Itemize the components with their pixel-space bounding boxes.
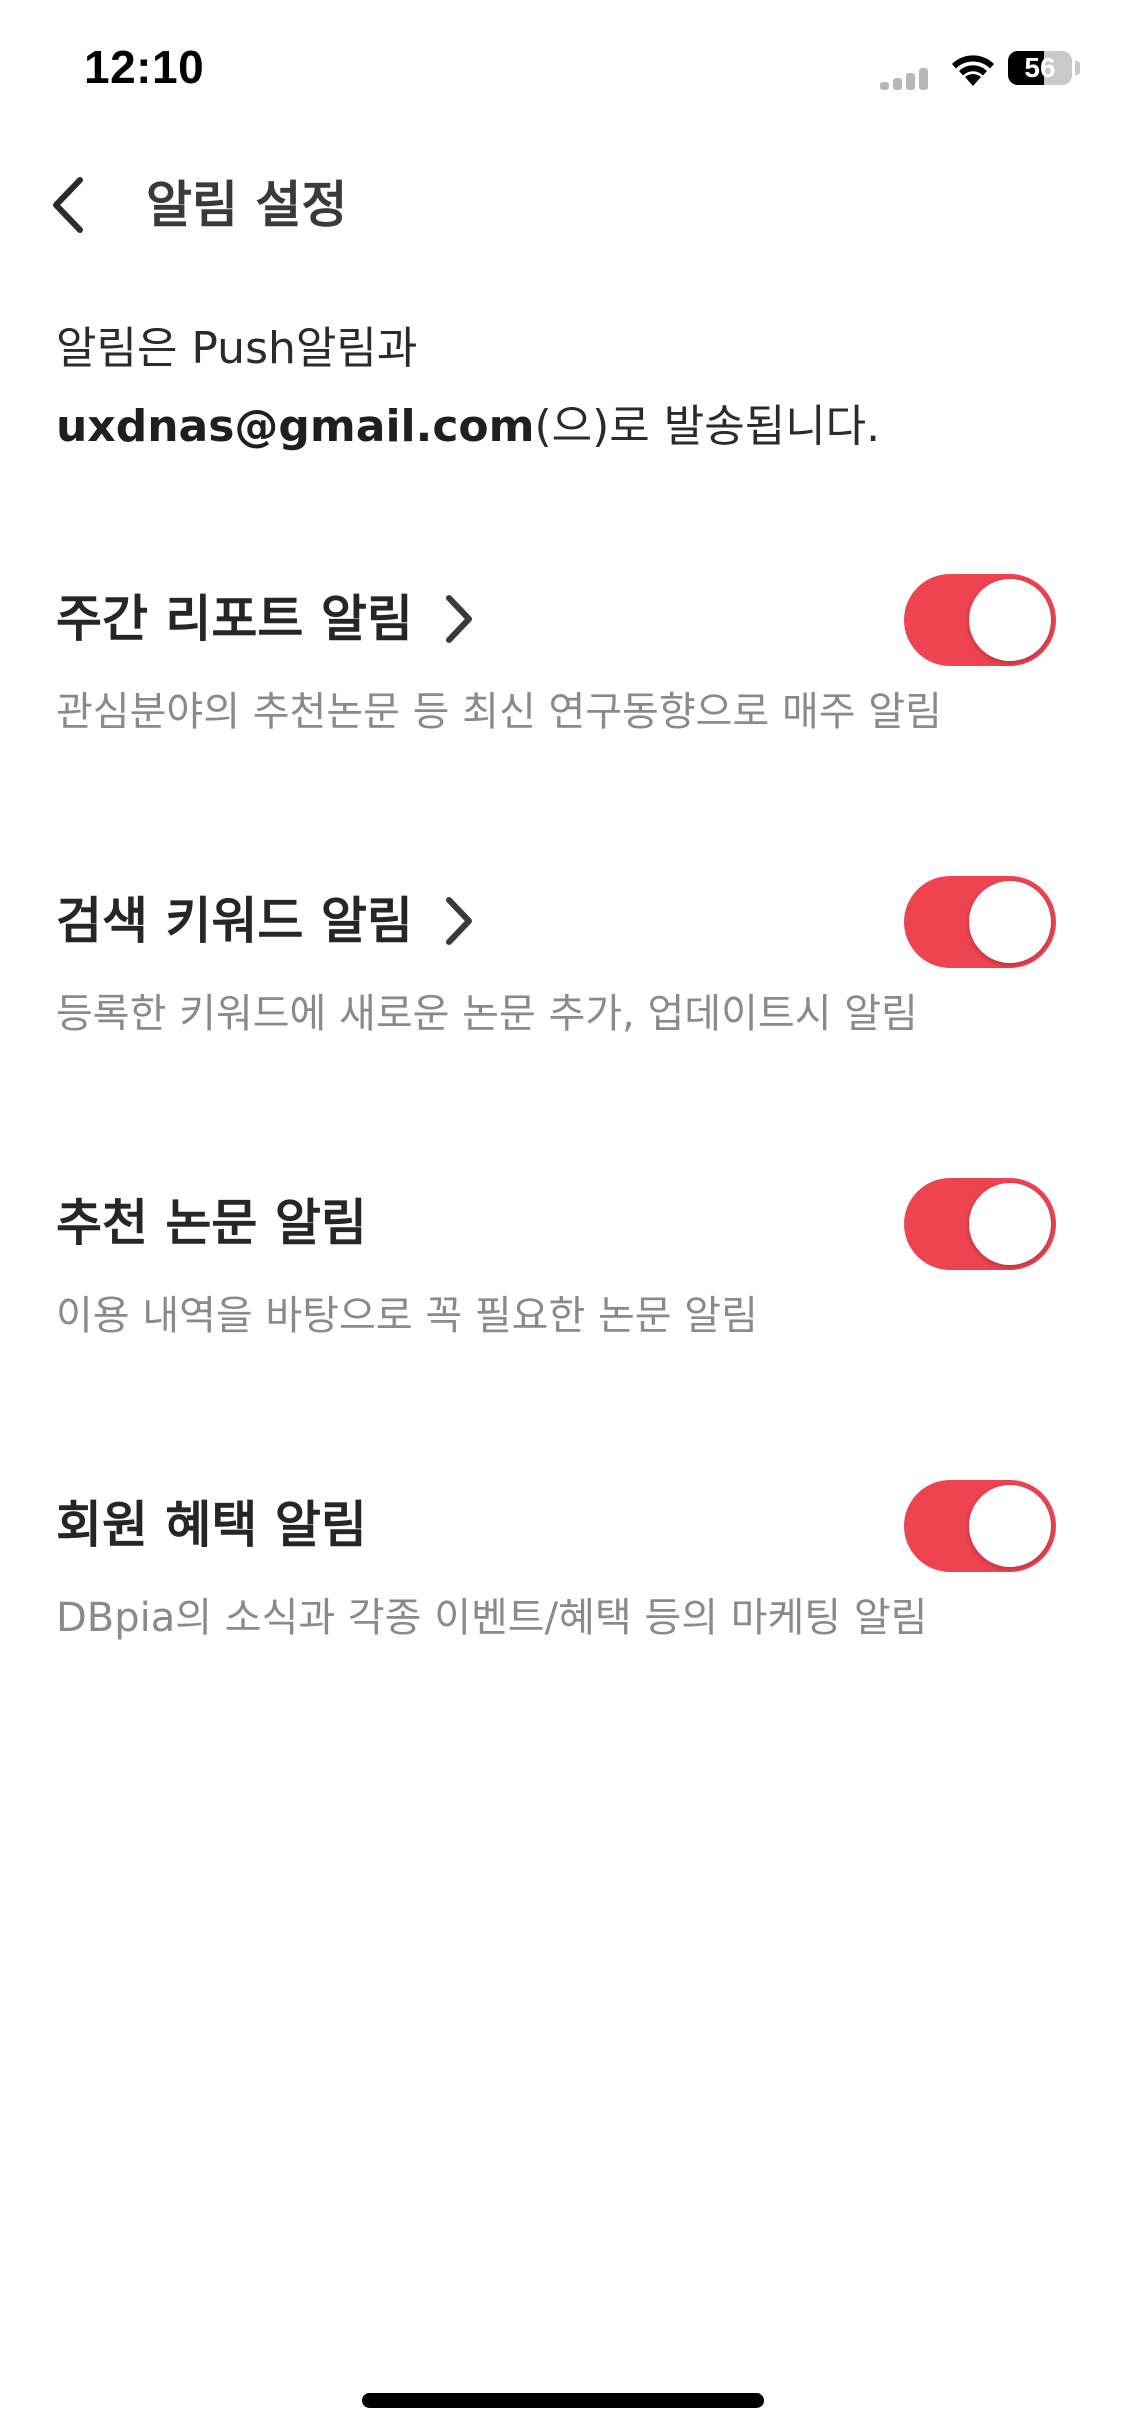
cellular-signal-icon [880, 68, 932, 90]
setting-title: 회원 혜택 알림 [56, 1496, 367, 1554]
wifi-icon [952, 55, 994, 86]
status-time: 12:10 [84, 41, 205, 93]
weekly-report-detail-link[interactable] [435, 584, 483, 654]
toggle-knob [969, 881, 1051, 963]
setting-recommended-paper: 추천 논문 알림 이용 내역을 바탕으로 꼭 필요한 논문 알림 [0, 1178, 1125, 1408]
email-address: uxdnas@gmail.com [56, 401, 535, 452]
toggle-knob [969, 579, 1051, 661]
battery-cap [1075, 61, 1080, 75]
home-indicator[interactable] [362, 2393, 764, 2408]
setting-title: 주간 리포트 알림 [56, 590, 413, 648]
recommended-paper-toggle[interactable] [904, 1178, 1056, 1270]
setting-description: DBpia의 소식과 각종 이벤트/혜택 등의 마케팅 알림 [56, 1595, 928, 1641]
setting-description: 이용 내역을 바탕으로 꼭 필요한 논문 알림 [56, 1293, 758, 1339]
header: 알림 설정 [0, 150, 1125, 260]
search-keyword-detail-link[interactable] [435, 886, 483, 956]
setting-title: 추천 논문 알림 [56, 1194, 367, 1252]
setting-title: 검색 키워드 알림 [56, 892, 413, 950]
setting-search-keyword: 검색 키워드 알림 등록한 키워드에 새로운 논문 추가, 업데이트시 알림 [0, 876, 1125, 1106]
setting-weekly-report: 주간 리포트 알림 관심분야의 추천논문 등 최신 연구동향으로 매주 알림 [0, 574, 1125, 804]
notice-line-1: 알림은 Push알림과 [56, 323, 418, 374]
page-title: 알림 설정 [146, 176, 348, 234]
notice-line-2-suffix: (으)로 발송됩니다. [534, 401, 881, 452]
setting-description: 등록한 키워드에 새로운 논문 추가, 업데이트시 알림 [56, 991, 918, 1037]
battery-icon: 56 [1008, 51, 1072, 85]
setting-member-benefit: 회원 혜택 알림 DBpia의 소식과 각종 이벤트/혜택 등의 마케팅 알림 [0, 1480, 1125, 1710]
member-benefit-toggle[interactable] [904, 1480, 1056, 1572]
battery-level: 56 [1024, 52, 1056, 83]
status-bar: 12:10 56 [0, 0, 1125, 140]
chevron-left-icon [53, 177, 83, 233]
setting-description: 관심분야의 추천논문 등 최신 연구동향으로 매주 알림 [56, 689, 942, 735]
notice-text: 알림은 Push알림과 uxdnas@gmail.com(으)로 발송됩니다. [56, 310, 1076, 466]
notice-line-2: uxdnas@gmail.com(으)로 발송됩니다. [56, 388, 1076, 466]
toggle-knob [969, 1485, 1051, 1567]
back-button[interactable] [40, 168, 104, 242]
weekly-report-toggle[interactable] [904, 574, 1056, 666]
chevron-right-icon [445, 595, 472, 643]
search-keyword-toggle[interactable] [904, 876, 1056, 968]
chevron-right-icon [445, 897, 472, 945]
toggle-knob [969, 1183, 1051, 1265]
